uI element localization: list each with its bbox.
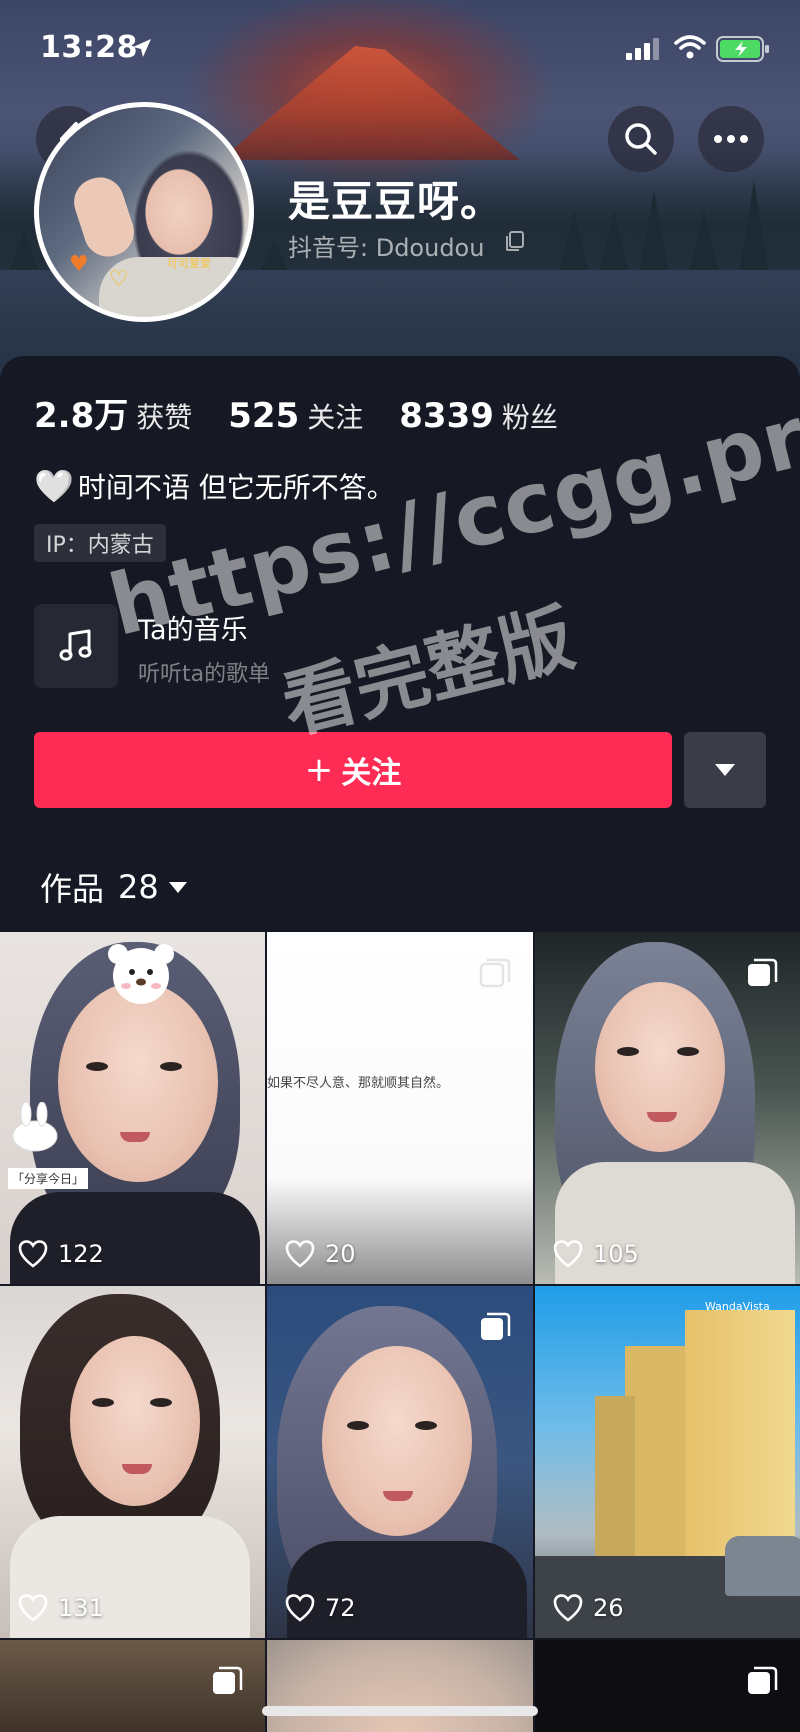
multi-image-icon [481,1312,511,1340]
sticker-text: 「分享今日」 [8,1168,89,1189]
followers-label[interactable]: 粉丝 [502,396,558,436]
home-indicator[interactable] [262,1706,538,1716]
likes-label[interactable]: 获赞 [136,396,192,436]
video-thumbnail[interactable] [535,1640,800,1732]
avatar[interactable]: ♥ ♡ 可可爱爱 [34,102,254,322]
like-count: 20 [325,1240,356,1268]
video-likes: 105 [553,1240,639,1268]
music-button[interactable] [34,604,118,688]
status-time: 13:28 [40,30,138,65]
recommend-dropdown-button[interactable] [684,732,766,808]
like-count: 122 [58,1240,104,1268]
video-thumbnail[interactable]: WandaVista 26 [535,1286,800,1638]
douyin-id: 抖音号: Ddoudou [288,234,485,262]
caret-down-icon [168,881,187,893]
plus-icon: + [304,750,334,790]
video-thumbnail[interactable] [267,1640,533,1732]
building-sign: WandaVista [705,1300,770,1313]
heart-outline-icon [285,1594,315,1622]
heart-outline-icon [553,1594,583,1622]
caret-down-icon [715,764,735,776]
search-icon [625,123,657,155]
more-options-button[interactable] [698,106,764,172]
multi-image-icon [748,958,778,986]
white-heart-icon: 🤍 [34,467,74,505]
bear-sticker-icon [108,944,174,1004]
copy-icon[interactable] [504,230,526,252]
multi-image-icon [213,1666,243,1694]
following-label[interactable]: 关注 [307,396,363,436]
video-likes: 131 [18,1594,104,1622]
video-likes: 122 [18,1240,104,1268]
follow-button[interactable]: + 关注 [34,732,672,808]
cellular-signal-icon [626,38,659,60]
like-count: 131 [58,1594,104,1622]
search-button[interactable] [608,106,674,172]
wifi-icon [674,35,706,59]
heart-outline-icon [18,1240,48,1268]
location-arrow-icon [133,39,151,57]
avatar-sticker-text: 可可爱爱 [167,257,211,270]
works-label: 作品 [40,870,105,908]
video-caption: 如果不尽人意、那就顺其自然。 [267,1076,450,1091]
video-thumbnail[interactable]: 105 [535,932,800,1284]
video-thumbnail[interactable]: 「分享今日」 122 [0,932,265,1284]
heart-sticker-icon: ♡ [109,267,129,292]
works-count: 28 [118,868,159,906]
video-likes: 20 [285,1240,356,1268]
heart-sticker-icon: ♥ [69,252,89,277]
following-count[interactable]: 525 [228,396,299,436]
like-count: 105 [593,1240,639,1268]
video-thumbnail[interactable]: 如果不尽人意、那就顺其自然。 20 [267,932,533,1284]
battery-charging-icon [716,36,769,62]
video-likes: 26 [553,1594,624,1622]
video-grid: 「分享今日」 122 如果不尽人意、那就顺其自然。 20 105 131 72 … [0,932,800,1732]
video-thumbnail[interactable]: 72 [267,1286,533,1638]
video-likes: 72 [285,1594,356,1622]
like-count: 26 [593,1594,624,1622]
profile-name: 是豆豆呀。 [288,177,504,226]
likes-count[interactable]: 2.8万 [34,388,128,437]
multi-image-icon [479,958,511,988]
music-subtitle: 听听ta的歌单 [138,662,271,687]
bunny-sticker-icon [12,1102,58,1152]
profile-stats: 2.8万 获赞 525 关注 8339 粉丝 [34,388,594,437]
heart-outline-icon [285,1240,315,1268]
tab-works[interactable]: 作品 28 [40,864,187,910]
heart-outline-icon [553,1240,583,1268]
multi-image-icon [748,1666,778,1694]
music-note-icon [59,629,92,661]
video-thumbnail[interactable]: 131 [0,1286,265,1638]
followers-count[interactable]: 8339 [399,396,494,436]
follow-label: 关注 [341,756,402,791]
more-dots-icon [714,135,748,143]
video-thumbnail[interactable] [0,1640,265,1732]
heart-outline-icon [18,1594,48,1622]
status-bar: 13:28 [0,0,800,96]
like-count: 72 [325,1594,356,1622]
